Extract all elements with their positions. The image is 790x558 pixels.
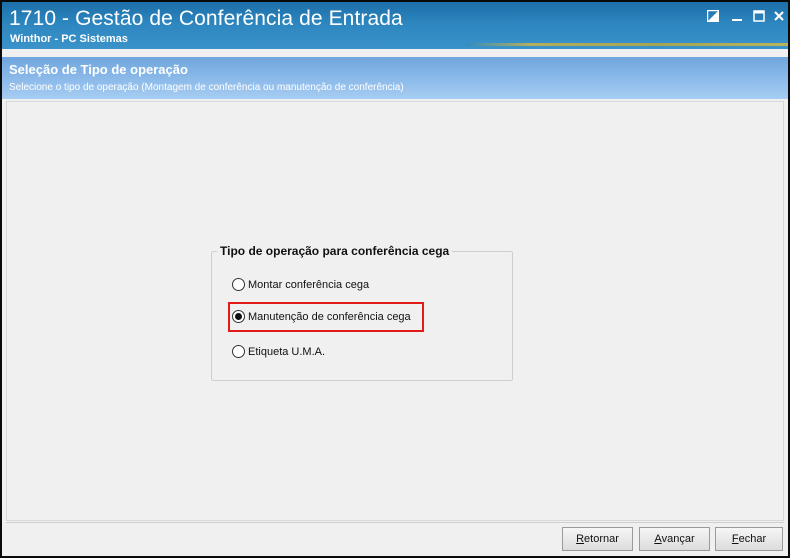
retornar-label: etornar — [584, 533, 619, 545]
option-etiqueta-uma[interactable]: Etiqueta U.M.A. — [232, 345, 325, 358]
minimize-button[interactable] — [728, 8, 746, 24]
maximize-icon — [753, 10, 765, 22]
option-label: Manutenção de conferência cega — [248, 310, 411, 323]
step-description: Selecione o tipo de operação (Montagem d… — [9, 82, 404, 93]
retornar-button[interactable]: Retornar — [562, 527, 633, 551]
avancar-mnemonic: A — [654, 533, 662, 545]
radio-button[interactable] — [232, 345, 245, 358]
minimize-icon — [732, 19, 742, 21]
operation-type-group: Tipo de operação para conferência cega M… — [211, 244, 513, 381]
close-button[interactable] — [770, 8, 788, 24]
close-icon — [774, 11, 784, 21]
window-subtitle: Winthor - PC Sistemas — [10, 33, 128, 45]
footer-bar: Retornar Avançar Fechar — [6, 522, 784, 554]
step-title: Seleção de Tipo de operação — [9, 62, 188, 77]
title-decoration — [465, 43, 788, 46]
option-montar-conferencia[interactable]: Montar conferência cega — [232, 278, 369, 291]
window-title: 1710 - Gestão de Conferência de Entrada — [9, 7, 403, 30]
group-legend: Tipo de operação para conferência cega — [217, 244, 453, 258]
content-panel: Tipo de operação para conferência cega M… — [6, 101, 784, 521]
option-manutencao-conferencia[interactable]: Manutenção de conferência cega — [232, 310, 411, 323]
option-label: Montar conferência cega — [248, 278, 370, 291]
avancar-label: vançar — [661, 533, 695, 545]
radio-button-checked[interactable] — [232, 310, 245, 323]
fechar-mnemonic: F — [731, 533, 739, 545]
fechar-button[interactable]: Fechar — [715, 527, 783, 551]
fechar-label: echar — [738, 533, 767, 545]
restore-button[interactable] — [704, 8, 722, 24]
step-header: Seleção de Tipo de operação Selecione o … — [2, 57, 788, 99]
separator — [2, 49, 788, 57]
retornar-mnemonic: R — [576, 533, 585, 545]
avancar-button[interactable]: Avançar — [639, 527, 710, 551]
option-label: Etiqueta U.M.A. — [248, 345, 326, 358]
title-bar[interactable]: 1710 - Gestão de Conferência de Entrada … — [2, 2, 788, 49]
app-window: 1710 - Gestão de Conferência de Entrada … — [0, 0, 790, 558]
maximize-button[interactable] — [750, 8, 768, 24]
radio-button[interactable] — [232, 278, 245, 291]
restore-icon — [707, 10, 719, 22]
